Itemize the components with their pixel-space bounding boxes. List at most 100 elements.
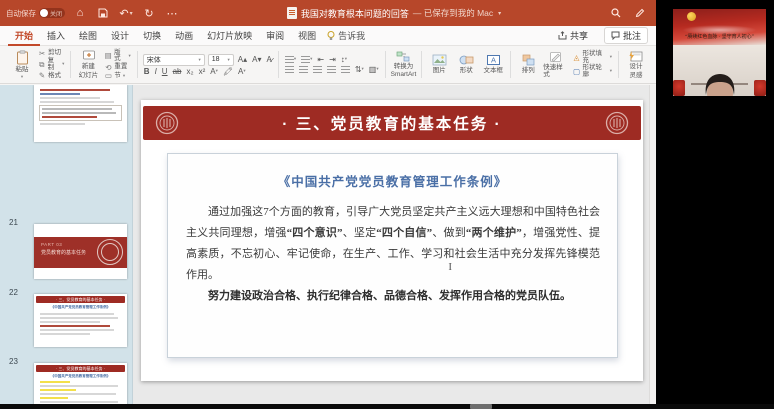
convert-smartart-button[interactable]: 转换为 SmartArt	[391, 51, 417, 79]
save-icon[interactable]	[95, 5, 111, 21]
copy-button[interactable]: ⧉复制▾	[37, 58, 65, 71]
text-effects-button[interactable]: A▾	[209, 68, 219, 76]
align-left-button[interactable]	[284, 66, 295, 73]
justify-button[interactable]	[326, 66, 337, 73]
more-icon[interactable]: ⋯	[164, 5, 180, 21]
webcam-tile[interactable]: “赓续红色血脉 · 坚守育人初心”	[673, 9, 766, 96]
tab-transitions[interactable]: 切换	[136, 26, 168, 46]
undo-icon[interactable]: ↶▾	[118, 5, 134, 21]
section-label: 节	[114, 73, 121, 80]
new-slide-button[interactable]: 新建 幻灯片	[76, 50, 100, 79]
tab-review[interactable]: 审阅	[259, 26, 291, 46]
format-painter-button[interactable]: ✎格式	[37, 72, 65, 80]
font-name-caret-icon: ▾	[199, 57, 201, 63]
svg-text:A: A	[491, 56, 496, 65]
cut-button[interactable]: ✂剪切	[37, 50, 65, 58]
numbering-button[interactable]: ▾	[300, 56, 313, 63]
section-button[interactable]: ▭节▾	[103, 72, 131, 80]
picture-button[interactable]: 图片	[427, 54, 451, 74]
arrange-button[interactable]: 排列	[516, 54, 540, 74]
thumb-subtitle: 《中国共产党党员教育管理工作条例》	[34, 305, 127, 310]
underline-label: U	[162, 68, 168, 76]
thumbnail-slide-22[interactable]: · 三、党员教育的基本任务 · 《中国共产党党员教育管理工作条例》	[34, 294, 127, 347]
font-size-select[interactable]: 18▾	[208, 54, 234, 66]
subscript-button[interactable]: x₂	[185, 68, 194, 76]
comments-button[interactable]: 批注	[604, 27, 648, 44]
design-ideas-group: 设计 灵感	[620, 48, 652, 81]
decrease-indent-button[interactable]: ⇤	[316, 56, 325, 64]
current-slide[interactable]: · 三、党员教育的基本任务 · 《中国共产党党员教育管理工作条例》 通过加强这7…	[141, 100, 643, 381]
banner-calligraphy-text: “赓续红色血脉 · 坚守育人初心”	[673, 33, 766, 40]
increase-font-button[interactable]: A▴	[237, 56, 248, 64]
align-center-button[interactable]	[298, 66, 309, 73]
reset-button[interactable]: ⟲重置	[103, 64, 131, 72]
thumbnail-slide-23[interactable]: · 三、党员教育的基本任务 · 《中国共产党党员教育管理工作条例》	[34, 363, 127, 404]
strikethrough-button[interactable]: ab	[172, 68, 183, 76]
tab-home[interactable]: 开始	[8, 26, 40, 46]
pen-icon[interactable]	[632, 5, 648, 21]
thumbnail-number: 21	[9, 218, 18, 227]
redo-icon[interactable]: ↻	[141, 5, 157, 21]
bold-button[interactable]: B	[143, 68, 151, 76]
slide-editor-canvas[interactable]: · 三、党员教育的基本任务 · 《中国共产党党员教育管理工作条例》 通过加强这7…	[133, 85, 656, 404]
shapes-icon	[459, 54, 474, 66]
shape-fill-button[interactable]: ◬形状填充▾	[572, 51, 613, 64]
tab-draw[interactable]: 绘图	[72, 26, 104, 46]
share-icon	[558, 31, 567, 40]
editor-scrollbar[interactable]	[649, 85, 656, 404]
quick-styles-icon	[549, 51, 562, 63]
superscript-button[interactable]: x²	[198, 68, 207, 76]
slide-title-banner[interactable]: · 三、党员教育的基本任务 ·	[143, 106, 641, 140]
textbox-button[interactable]: A 文本框	[481, 54, 505, 74]
red-decoration	[673, 80, 685, 96]
paragraph-2: 努力建设政治合格、执行纪律合格、品德合格、发挥作用合格的党员队伍。	[186, 286, 600, 307]
font-name-select[interactable]: 宋体▾	[143, 54, 205, 66]
title-chevron-icon[interactable]: ▾	[498, 10, 501, 17]
italic-button[interactable]: I	[154, 68, 158, 76]
search-icon[interactable]	[608, 5, 624, 21]
increase-indent-button[interactable]: ⇥	[328, 56, 337, 64]
clipboard-icon	[16, 50, 29, 65]
autosave-toggle[interactable]: 关闭	[39, 8, 65, 18]
content-text-box[interactable]: 《中国共产党党员教育管理工作条例》 通过加强这7个方面的教育，引导广大党员坚定共…	[167, 153, 618, 358]
shapes-label: 形状	[460, 67, 473, 74]
home-icon[interactable]: ⌂	[72, 5, 88, 21]
columns-button[interactable]: ▥▾	[368, 66, 380, 74]
paste-button[interactable]: 粘贴 ▾	[10, 50, 34, 80]
share-button[interactable]: 共享	[552, 28, 594, 43]
distribute-button[interactable]	[340, 66, 351, 73]
bottom-black-strip	[0, 404, 774, 409]
clear-format-button[interactable]: A̷	[266, 56, 273, 64]
autosave-control[interactable]: 自动保存 关闭	[6, 8, 65, 19]
quick-styles-label: 快速样式	[543, 64, 568, 79]
design-ideas-icon	[628, 50, 643, 62]
line-spacing-button[interactable]: ↕▾	[340, 56, 348, 64]
tellme-button[interactable]: 告诉我	[327, 29, 365, 42]
highlight-color-button[interactable]: 🖍	[222, 68, 234, 76]
quick-styles-button[interactable]: 快速样式	[543, 51, 568, 79]
align-right-button[interactable]	[312, 66, 323, 73]
layout-icon: ▤	[104, 52, 112, 60]
bold-label: B	[144, 68, 150, 76]
tab-view[interactable]: 视图	[291, 26, 323, 46]
tab-design[interactable]: 设计	[104, 26, 136, 46]
font-color-button[interactable]: A▾	[237, 68, 247, 76]
font-size-value: 18	[212, 56, 220, 63]
tab-insert[interactable]: 插入	[40, 26, 72, 46]
underline-button[interactable]: U	[161, 68, 169, 76]
thumb-banner: · 三、党员教育的基本任务 ·	[36, 365, 125, 372]
decrease-font-button[interactable]: A▾	[251, 56, 262, 64]
layout-button[interactable]: ▤版式▾	[103, 50, 131, 63]
body-text[interactable]: 通过加强这7个方面的教育，引导广大党员坚定共产主义远大理想和中国特色社会主义共同…	[186, 202, 600, 307]
text-direction-button[interactable]: ⇅▾	[354, 66, 365, 74]
thumbnail-slide-20-partial[interactable]	[34, 85, 127, 142]
shapes-button[interactable]: 形状	[454, 54, 478, 74]
slide-thumbnail-panel[interactable]: 21 PART 03 党员教育的基本任务 22 · 三、党员教育的基本任务 · …	[0, 85, 133, 404]
tab-slideshow[interactable]: 幻灯片放映	[200, 26, 259, 46]
presenter-person	[690, 71, 750, 96]
shape-outline-button[interactable]: ▢形状轮廓▾	[572, 65, 613, 78]
bullets-button[interactable]: ▾	[284, 56, 297, 63]
design-ideas-button[interactable]: 设计 灵感	[624, 50, 648, 79]
thumbnail-slide-21[interactable]: PART 03 党员教育的基本任务	[34, 224, 127, 279]
tab-animations[interactable]: 动画	[168, 26, 200, 46]
